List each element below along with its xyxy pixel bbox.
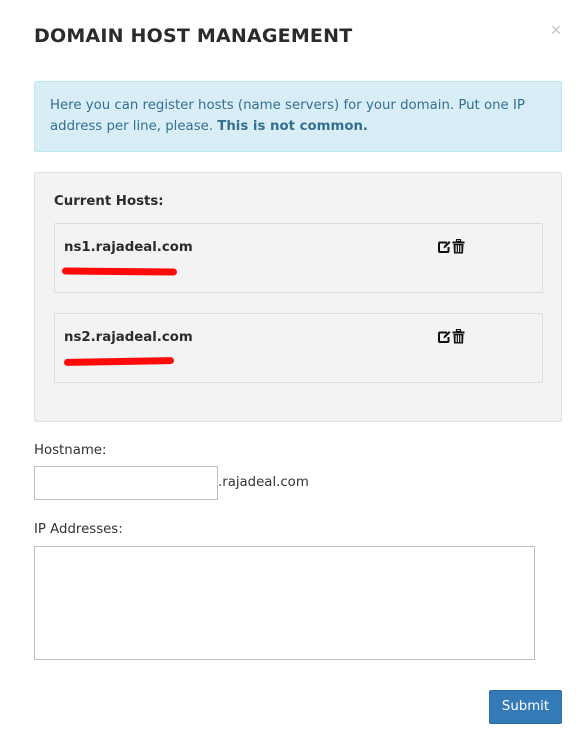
- info-alert-emphasis: This is not common.: [217, 119, 368, 134]
- host-actions: [437, 328, 466, 344]
- edit-icon[interactable]: [437, 329, 451, 344]
- edit-icon[interactable]: [437, 239, 451, 254]
- redaction-mark: [61, 267, 178, 276]
- ip-addresses-label: IP Addresses:: [34, 522, 123, 537]
- host-name: ns2.rajadeal.com: [64, 330, 193, 345]
- host-name: ns1.rajadeal.com: [64, 240, 193, 255]
- host-actions: [437, 238, 466, 254]
- trash-icon[interactable]: [452, 238, 466, 254]
- host-card: ns2.rajadeal.com: [54, 313, 543, 383]
- info-alert: Here you can register hosts (name server…: [34, 81, 562, 152]
- hostname-label: Hostname:: [34, 443, 107, 458]
- hostname-input[interactable]: [34, 466, 218, 500]
- hostname-domain-suffix: .rajadeal.com: [218, 475, 309, 490]
- current-hosts-heading: Current Hosts:: [54, 194, 164, 209]
- current-hosts-panel: Current Hosts: ns1.rajadeal.com ns2.raja…: [34, 172, 562, 422]
- submit-button[interactable]: Submit: [489, 690, 562, 724]
- redaction-mark: [63, 357, 175, 366]
- close-button[interactable]: ×: [548, 20, 564, 40]
- ip-addresses-textarea[interactable]: [34, 546, 535, 660]
- modal-title: DOMAIN HOST MANAGEMENT: [34, 25, 353, 47]
- host-card: ns1.rajadeal.com: [54, 223, 543, 293]
- trash-icon[interactable]: [452, 328, 466, 344]
